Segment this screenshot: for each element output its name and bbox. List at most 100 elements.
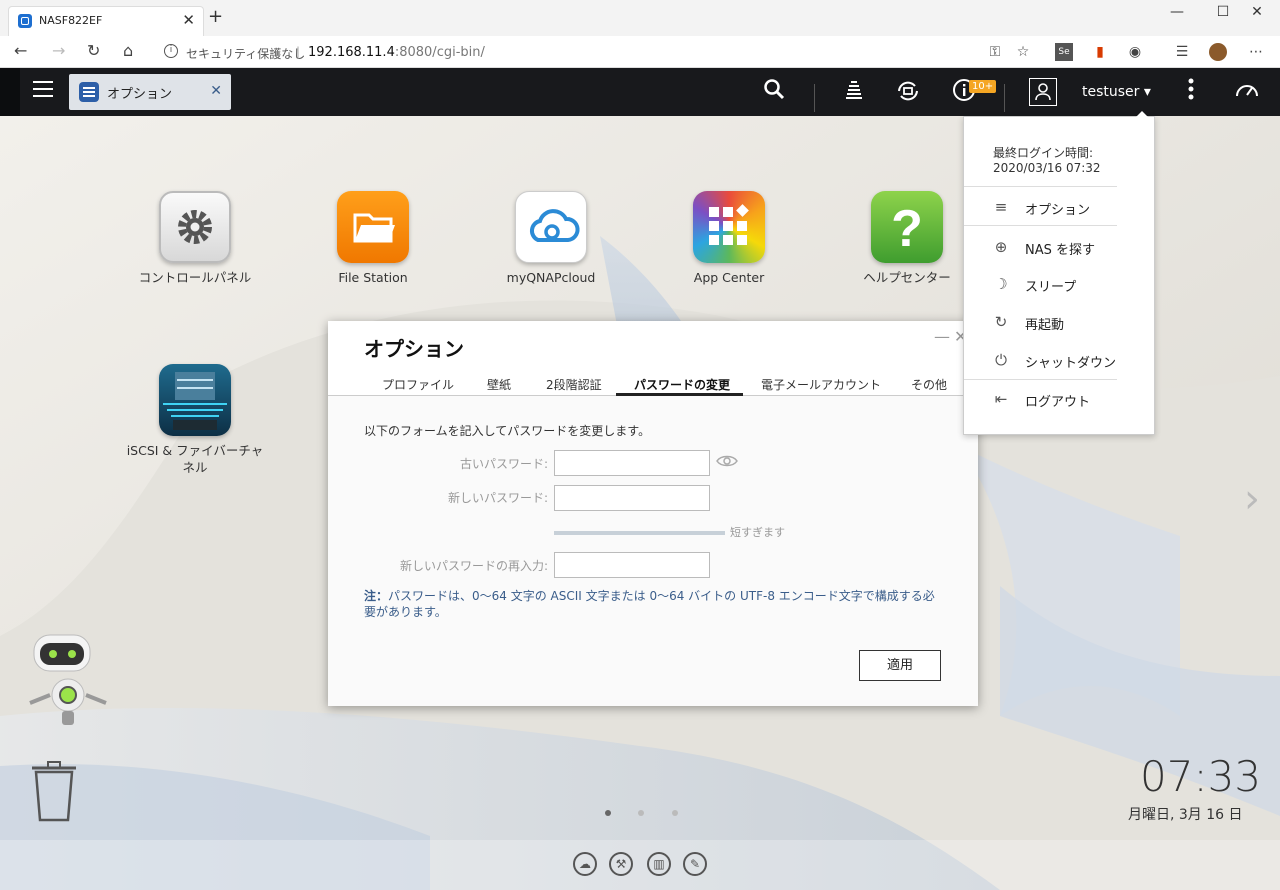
forward-arrow-icon[interactable]: → — [52, 41, 65, 60]
apply-button[interactable]: 適用 — [859, 650, 941, 681]
app-label: ヘルプセンター — [863, 270, 951, 285]
favorites-list-icon[interactable]: ☰ — [1173, 43, 1191, 61]
menu-item-shutdown[interactable]: ⏻ シャットダウン — [964, 345, 1154, 375]
desktop-clock-time: 07:33 — [1140, 752, 1262, 801]
confirm-password-input[interactable] — [554, 552, 710, 578]
external-device-icon[interactable] — [894, 78, 922, 106]
extension-circle-icon[interactable]: ◉ — [1126, 43, 1144, 61]
dialog-title: オプション — [364, 337, 464, 361]
tab-2-step-verification[interactable]: 2段階認証 — [546, 376, 602, 393]
open-app-tab-label: オプション — [107, 87, 173, 102]
note-prefix: 注： — [364, 589, 389, 603]
app-myqnapcloud[interactable]: myQNAPcloud — [481, 191, 621, 286]
crosshair-icon: ⊕ — [994, 238, 1008, 256]
menu-item-logout[interactable]: ⇤ ログアウト — [964, 384, 1154, 414]
myqnapcloud-dock-icon[interactable]: ☁ — [573, 852, 597, 876]
security-status: セキュリティ保護なし — [186, 47, 306, 61]
show-password-eye-icon[interactable] — [716, 454, 738, 468]
page-dot[interactable] — [638, 810, 644, 816]
old-password-label: 古いパスワード: — [459, 457, 548, 471]
nas-top-bar: オプション ✕ 10+ testuser ▾ — [0, 68, 1280, 116]
password-note: 注：パスワードは、0〜64 文字の ASCII 文字または 0〜64 バイトの … — [364, 588, 944, 620]
url-text: 192.168.11.4:8080/cgi-bin/ — [308, 45, 485, 60]
topbar-edge — [0, 68, 20, 116]
url-input[interactable]: i セキュリティ保護なし | 192.168.11.4:8080/cgi-bin… — [156, 39, 1040, 65]
username-dropdown[interactable]: testuser ▾ — [1082, 84, 1151, 100]
more-dots-icon[interactable]: ⋯ — [1247, 43, 1265, 61]
home-icon[interactable]: ⌂ — [123, 41, 133, 60]
question-icon: ? — [871, 191, 943, 263]
new-tab-button[interactable]: + — [208, 6, 223, 27]
menu-caret — [1136, 111, 1148, 117]
close-window-button[interactable]: ✕ — [1234, 4, 1280, 20]
next-page-chevron-icon[interactable]: › — [1244, 476, 1260, 522]
menu-divider — [964, 379, 1117, 380]
last-login-label: 最終ログイン時間: — [993, 146, 1094, 160]
app-file-station[interactable]: File Station — [303, 191, 443, 286]
browser-address-bar: ← → ↻ ⌂ i セキュリティ保護なし | 192.168.11.4:8080… — [0, 36, 1280, 68]
menu-item-restart[interactable]: ↻ 再起動 — [964, 307, 1154, 337]
tab-profile[interactable]: プロファイル — [382, 376, 454, 393]
topbar-divider — [1004, 84, 1005, 112]
browser-tab-close-icon[interactable]: ✕ — [182, 11, 195, 29]
key-icon[interactable]: ⚿ — [986, 43, 1004, 61]
menu-item-label: スリープ — [1025, 280, 1077, 295]
profile-avatar[interactable] — [1209, 43, 1227, 61]
page-dot-active[interactable] — [605, 810, 611, 816]
power-icon: ⏻ — [995, 351, 1007, 369]
app-iscsi-fibre-channel[interactable]: iSCSI & ファイバーチャネル — [125, 364, 265, 476]
back-arrow-icon[interactable]: ← — [14, 41, 27, 60]
app-help-center[interactable]: ? ヘルプセンター — [837, 191, 977, 286]
cloud-icon — [515, 191, 587, 263]
main-menu-icon[interactable] — [33, 81, 53, 99]
background-tasks-icon[interactable] — [840, 78, 868, 106]
close-app-tab-icon[interactable]: ✕ — [210, 83, 222, 99]
password-strength-text: 短すぎます — [730, 526, 785, 539]
trash-icon[interactable] — [28, 758, 80, 824]
more-options-icon[interactable] — [1177, 78, 1205, 106]
site-favicon-icon — [18, 14, 32, 28]
extension-icon[interactable]: Se — [1055, 43, 1073, 61]
old-password-input[interactable] — [554, 450, 710, 476]
tab-change-password[interactable]: パスワードの変更 — [634, 376, 730, 393]
office-icon[interactable]: ▮ — [1091, 43, 1109, 61]
dialog-header: オプション — ✕ プロファイル 壁紙 2段階認証 パスワードの変更 電子メール… — [328, 321, 978, 396]
browser-tab[interactable]: NASF822EF ✕ — [8, 6, 204, 36]
minimize-window-button[interactable]: — — [1154, 4, 1200, 20]
restart-icon: ↻ — [994, 313, 1008, 331]
notification-badge: 10+ — [969, 80, 997, 93]
note-text: パスワードは、0〜64 文字の ASCII 文字または 0〜64 バイトの UT… — [364, 589, 935, 619]
helpdesk-robot-icon[interactable] — [20, 631, 116, 731]
tab-wallpaper[interactable]: 壁紙 — [487, 376, 511, 393]
feedback-dock-icon[interactable]: ✎ — [683, 852, 707, 876]
reload-icon[interactable]: ↻ — [87, 41, 100, 60]
password-strength-bar — [554, 531, 725, 535]
new-password-input[interactable] — [554, 485, 710, 511]
new-password-label: 新しいパスワード: — [447, 491, 548, 505]
user-avatar-icon[interactable] — [1029, 78, 1057, 106]
menu-item-sleep[interactable]: ☽ スリープ — [964, 269, 1154, 299]
tab-email-account[interactable]: 電子メールアカウント — [761, 376, 881, 393]
favorite-star-icon[interactable]: ☆ — [1014, 43, 1032, 61]
page-dot[interactable] — [672, 810, 678, 816]
open-app-tab-options[interactable]: オプション ✕ — [69, 74, 231, 110]
tab-misc[interactable]: その他 — [911, 376, 947, 393]
app-control-panel[interactable]: コントロールパネル — [125, 191, 265, 286]
storage-icon — [159, 364, 231, 436]
menu-item-find-nas[interactable]: ⊕ NAS を探す — [964, 232, 1154, 262]
manual-dock-icon[interactable]: ▥ — [647, 852, 671, 876]
menu-item-options[interactable]: ≡ オプション — [964, 192, 1154, 222]
tools-dock-icon[interactable]: ⚒ — [609, 852, 633, 876]
grid-icon — [693, 191, 765, 263]
search-icon[interactable] — [760, 78, 788, 106]
form-description: 以下のフォームを記入してパスワードを変更します。 — [364, 424, 651, 438]
info-icon[interactable]: i — [164, 44, 178, 58]
app-label: コントロールパネル — [138, 270, 252, 285]
dashboard-gauge-icon[interactable] — [1233, 78, 1261, 106]
menu-item-label: ログアウト — [1025, 395, 1091, 410]
menu-item-label: 再起動 — [1025, 318, 1065, 333]
gear-icon — [159, 191, 231, 263]
minimize-dialog-icon[interactable]: — — [934, 327, 950, 346]
menu-divider — [964, 186, 1117, 187]
app-app-center[interactable]: App Center — [659, 191, 799, 286]
